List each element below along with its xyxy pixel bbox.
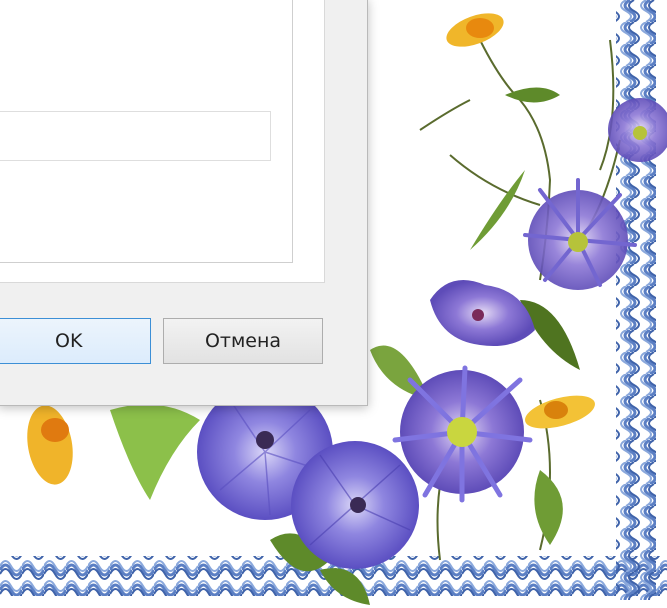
- blue-geranium-flower: [291, 441, 419, 569]
- yellow-daisy-flower: [446, 13, 504, 47]
- purple-aster-flower: [392, 365, 533, 503]
- yellow-daisy-flower: [525, 395, 595, 429]
- yellow-daisy-flower: [27, 405, 73, 485]
- cancel-button[interactable]: Отмена: [163, 318, 323, 364]
- dialog-window: OK Отмена: [0, 0, 368, 406]
- ok-button[interactable]: OK: [0, 318, 151, 364]
- blue-geranium-flower: [430, 280, 535, 346]
- wavy-border-right: [616, 0, 656, 600]
- text-input-field[interactable]: [0, 111, 271, 161]
- dialog-content-panel: [0, 0, 325, 283]
- ok-button-label: OK: [55, 330, 83, 352]
- dialog-inner-frame: [0, 0, 293, 263]
- cancel-button-label: Отмена: [204, 330, 282, 352]
